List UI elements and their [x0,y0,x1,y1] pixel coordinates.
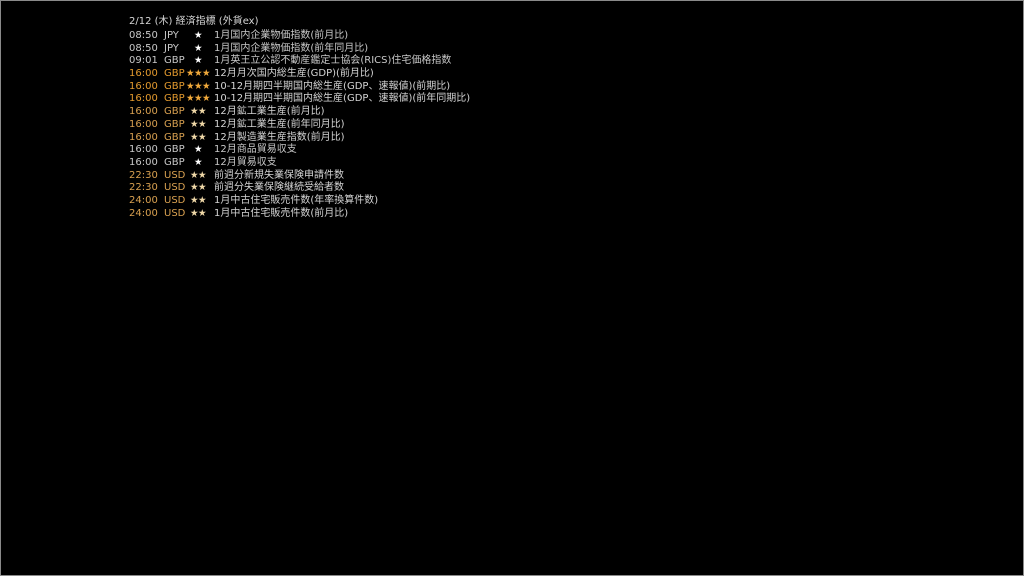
importance-star-icon: ★★★ [185,80,211,92]
event-title: 10-12月期四半期国内総生産(GDP、速報値)(前期比) [214,80,451,92]
event-title: 12月鉱工業生産(前月比) [214,106,325,118]
importance-star-icon: ★★ [189,207,207,219]
event-currency: GBP [164,144,185,156]
event-title: 1月中古住宅販売件数(年率換算件数) [214,194,379,206]
event-time: 16:00 [129,144,158,156]
event-currency: JPY [164,42,179,54]
event-title: 前週分失業保険継続受給者数 [214,182,344,194]
event-time: 22:30 [129,182,158,194]
event-title: 1月英王立公認不動産鑑定士協会(RICS)住宅価格指数 [214,55,452,67]
event-currency: GBP [164,55,185,67]
event-currency: JPY [164,30,179,41]
event-title: 前週分新規失業保険申請件数 [214,169,344,181]
event-time: 16:00 [129,156,158,168]
importance-star-icon: ★★ [189,106,207,118]
event-time: 09:01 [129,55,158,67]
event-time: 08:50 [129,30,158,41]
event-currency: GBP [164,106,185,118]
importance-star-icon: ★ [193,156,203,168]
event-row: 16:00 GBP ★ 12月貿易収支 [129,157,470,170]
importance-star-icon: ★★ [189,182,207,194]
event-row: 24:00 USD ★★ 1月中古住宅販売件数(年率換算件数) [129,195,470,208]
event-title: 1月国内企業物価指数(前月比) [214,30,349,41]
event-time: 16:00 [129,68,158,80]
event-time: 16:00 [129,80,158,92]
event-time: 16:00 [129,93,158,105]
event-row: 16:00 GBP ★ 12月商品貿易収支 [129,144,470,157]
event-row: 08:50 JPY ★ 1月国内企業物価指数(前年同月比) [129,43,470,56]
event-title: 1月国内企業物価指数(前年同月比) [214,42,369,54]
importance-star-icon: ★ [193,55,203,67]
event-title: 12月鉱工業生産(前年同月比) [214,118,345,130]
importance-star-icon: ★★ [189,131,207,143]
event-currency: GBP [164,131,185,143]
event-currency: GBP [164,93,185,105]
importance-star-icon: ★★★ [185,93,211,105]
calendar-header: 2/12 (木) 経済指標 (外貨ex) [129,16,259,27]
event-row: 24:00 USD ★★ 1月中古住宅販売件数(前月比) [129,208,470,221]
event-currency: GBP [164,118,185,130]
event-currency: USD [164,194,186,206]
event-title: 12月月次国内総生産(GDP)(前月比) [214,68,374,80]
event-row: 16:00 GBP ★★ 12月製造業生産指数(前月比) [129,132,470,145]
event-title: 10-12月期四半期国内総生産(GDP、速報値)(前年同期比) [214,93,471,105]
event-row: 16:00 GBP ★★ 12月鉱工業生産(前年同月比) [129,119,470,132]
event-title: 12月商品貿易収支 [214,144,297,156]
event-title: 12月貿易収支 [214,156,277,168]
economic-calendar-panel: 2/12 (木) 経済指標 (外貨ex) 08:50 JPY ★ 1月国内企業物… [129,14,470,220]
event-currency: USD [164,207,186,219]
event-row: 08:50 JPY ★ 1月国内企業物価指数(前月比) [129,30,470,43]
importance-star-icon: ★ [193,30,203,41]
event-row: 09:01 GBP ★ 1月英王立公認不動産鑑定士協会(RICS)住宅価格指数 [129,55,470,68]
event-time: 24:00 [129,194,158,206]
importance-star-icon: ★★★ [185,68,211,80]
event-row: 22:30 USD ★★ 前週分失業保険継続受給者数 [129,182,470,195]
event-time: 16:00 [129,118,158,130]
event-title: 12月製造業生産指数(前月比) [214,131,345,143]
importance-star-icon: ★ [193,144,203,156]
event-row: 22:30 USD ★★ 前週分新規失業保険申請件数 [129,170,470,183]
event-row: 16:00 GBP ★★★ 10-12月期四半期国内総生産(GDP、速報値)(前… [129,81,470,94]
event-time: 08:50 [129,42,158,54]
event-currency: GBP [164,68,185,80]
calendar-screen: 2/12 (木) 経済指標 (外貨ex) 08:50 JPY ★ 1月国内企業物… [0,0,1024,576]
event-time: 16:00 [129,131,158,143]
event-time: 24:00 [129,207,158,219]
importance-star-icon: ★★ [189,169,207,181]
importance-star-icon: ★ [193,42,203,54]
event-row: 16:00 GBP ★★★ 10-12月期四半期国内総生産(GDP、速報値)(前… [129,93,470,106]
event-time: 22:30 [129,169,158,181]
importance-star-icon: ★★ [189,118,207,130]
event-row: 16:00 GBP ★★★ 12月月次国内総生産(GDP)(前月比) [129,68,470,81]
importance-star-icon: ★★ [189,194,207,206]
event-currency: USD [164,182,186,194]
event-time: 16:00 [129,106,158,118]
event-currency: USD [164,169,186,181]
event-title: 1月中古住宅販売件数(前月比) [214,207,349,219]
event-currency: GBP [164,156,185,168]
event-currency: GBP [164,80,185,92]
event-row: 16:00 GBP ★★ 12月鉱工業生産(前月比) [129,106,470,119]
